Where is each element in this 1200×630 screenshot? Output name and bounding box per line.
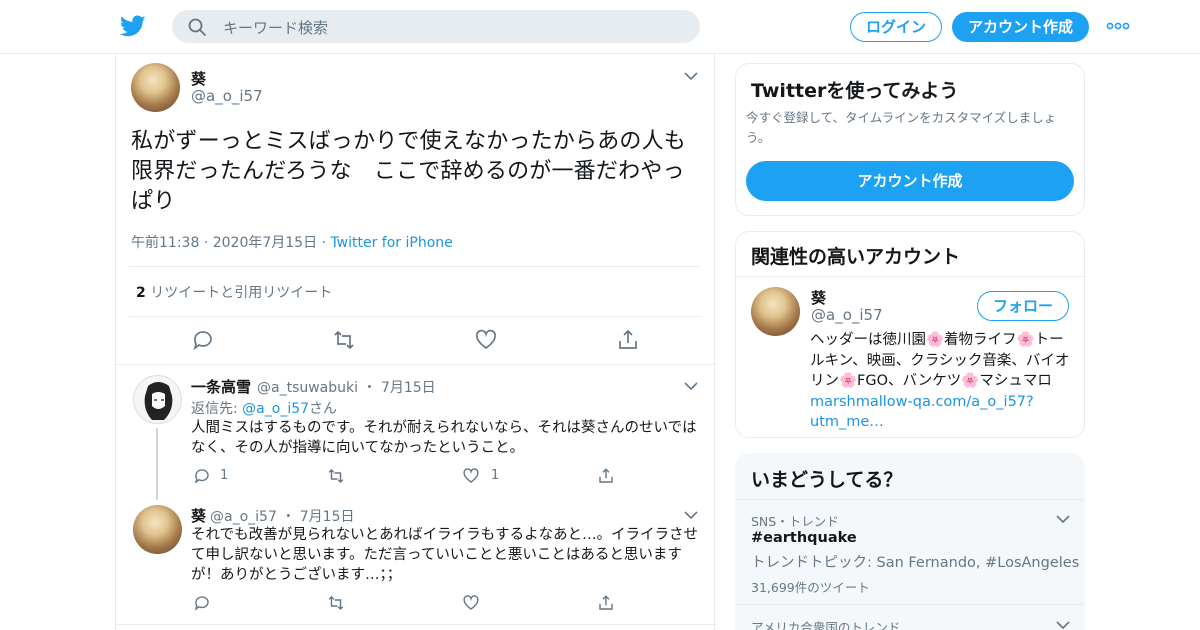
reply-meta: @a_o_i57 ・ 7月15日 (210, 506, 355, 526)
retweet-icon[interactable] (327, 467, 345, 485)
like-heart-icon[interactable] (462, 594, 480, 612)
reply-actions: 1 1 (191, 467, 691, 487)
thread-line (156, 428, 158, 500)
search-bar[interactable]: キーワード検索 (172, 10, 700, 43)
follow-button[interactable]: フォロー (977, 291, 1069, 321)
retweet-label: リツイートと引用リツイート (150, 285, 333, 301)
trend-category: アメリカ合衆国のトレンド (751, 620, 901, 630)
reply-text: 人間ミスはするものです。それが耐えられないなら、それは葵さんのせいではなく、その… (191, 420, 697, 456)
tweet-author-name[interactable]: 葵 (191, 68, 206, 89)
retweet-count: 2 (136, 285, 146, 301)
trend-tweet-count: 31,699件のツイート (751, 580, 870, 595)
trends-card-title: いまどうしてる？ (751, 469, 903, 491)
divider (116, 364, 716, 365)
chevron-down-icon[interactable] (684, 510, 698, 520)
reply-author-handle[interactable]: @a_o_i57 (210, 509, 277, 525)
divider (129, 316, 701, 317)
avatar[interactable] (131, 63, 180, 112)
related-accounts-card: 関連性の高いアカウント 葵 @a_o_i57 フォロー ヘッダーは徳川園🌸着物ラ… (735, 231, 1085, 438)
related-account-bio: ヘッダーは徳川園🌸着物ライフ🌸トールキン、映画、クラシック音楽、バイオリン🌸FG… (810, 330, 1072, 433)
signup-card: Twitterを使ってみよう 今すぐ登録して、タイムラインをカスタマイズしましょ… (735, 63, 1085, 216)
retweet-stats[interactable]: 2 リツイートと引用リツイート (136, 282, 332, 302)
like-heart-icon[interactable] (462, 467, 480, 485)
signup-card-button[interactable]: アカウント作成 (746, 161, 1074, 201)
trends-card: いまどうしてる？ SNS・トレンド #earthquake トレンドトピック: … (735, 453, 1085, 630)
reply-author-name[interactable]: 葵 (191, 505, 206, 526)
trend-name[interactable]: #earthquake (751, 530, 857, 546)
reply-actions (191, 594, 691, 614)
divider (736, 499, 1084, 500)
trend-description: トレンドトピック: San Fernando, #LosAngeles (751, 555, 1080, 571)
signup-button[interactable]: アカウント作成 (952, 12, 1089, 42)
tweet-text: 私がずーっとミスばっかりで使えなかったからあの人も限界だったんだろうな ここで辞… (131, 129, 687, 214)
related-card-title: 関連性の高いアカウント (751, 246, 961, 268)
bio-link[interactable]: marshmallow-qa.com/a_o_i57?utm_me… (810, 394, 1034, 431)
reply-date[interactable]: 7月15日 (300, 509, 355, 525)
reply-to-suffix: さん (309, 401, 338, 417)
search-placeholder[interactable]: キーワード検索 (223, 17, 328, 38)
tweet-actions (116, 328, 716, 354)
avatar[interactable] (133, 375, 182, 424)
separator-dot: ・ (362, 380, 377, 396)
tweet-meta: 午前11:38 · 2020年7月15日 · Twitter for iPhon… (131, 232, 453, 252)
chevron-down-icon[interactable] (1056, 514, 1070, 524)
divider (736, 276, 1084, 277)
tweet-column: 葵 @a_o_i57 私がずーっとミスばっかりで使えなかったからあの人も限界だっ… (115, 54, 716, 630)
retweet-icon[interactable] (327, 594, 345, 612)
search-icon (188, 18, 206, 36)
reply-count: 1 (220, 468, 229, 483)
chevron-down-icon[interactable] (1056, 620, 1070, 630)
reply-author-handle[interactable]: @a_tsuwabuki (257, 380, 358, 396)
like-heart-icon[interactable] (474, 328, 498, 352)
sketch-portrait-icon (144, 382, 173, 420)
retweet-icon[interactable] (332, 328, 356, 352)
reply-icon[interactable] (193, 467, 211, 485)
signup-card-subtitle: 今すぐ登録して、タイムラインをカスタマイズしましょう。 (746, 110, 1057, 145)
signup-card-title: Twitterを使ってみよう (751, 80, 959, 102)
reply-icon[interactable] (193, 594, 211, 612)
tweet-client-link[interactable]: Twitter for iPhone (330, 235, 452, 251)
chevron-down-icon[interactable] (684, 381, 698, 391)
separator-dot: ・ (281, 509, 296, 525)
related-account-name[interactable]: 葵 (811, 287, 826, 308)
related-account-handle[interactable]: @a_o_i57 (811, 306, 883, 324)
avatar[interactable] (133, 505, 182, 554)
tweet-date[interactable]: 2020年7月15日 (213, 235, 317, 251)
divider (116, 624, 716, 625)
like-count: 1 (491, 468, 500, 483)
trend-category: SNS・トレンド (751, 514, 839, 529)
reply-to-prefix: 返信先: (191, 401, 238, 417)
more-options-icon[interactable] (1106, 18, 1130, 34)
twitter-bird-icon[interactable] (120, 13, 146, 39)
bio-text: ヘッダーは徳川園🌸着物ライフ🌸トールキン、映画、クラシック音楽、バイオリン🌸FG… (810, 332, 1070, 389)
chevron-down-icon[interactable] (684, 71, 698, 81)
top-bar: キーワード検索 ログイン アカウント作成 (0, 0, 1200, 54)
reply-text: それでも改善が見られないとあればイライラもするよなあと…。イライラさせて申し訳な… (191, 527, 699, 583)
reply-to: 返信先: @a_o_i57さん (191, 398, 337, 418)
reply-date[interactable]: 7月15日 (381, 380, 436, 396)
tweet-author-handle[interactable]: @a_o_i57 (191, 87, 263, 105)
divider (129, 266, 701, 267)
login-button[interactable]: ログイン (850, 12, 942, 42)
share-icon[interactable] (597, 594, 615, 612)
reply-to-handle[interactable]: @a_o_i57 (242, 401, 309, 417)
share-icon[interactable] (616, 328, 640, 352)
avatar[interactable] (751, 287, 800, 336)
divider (736, 604, 1084, 605)
reply-icon[interactable] (191, 328, 215, 352)
separator-dot: · (203, 235, 213, 251)
reply-author-name[interactable]: 一条高雪 (191, 376, 251, 397)
tweet-time[interactable]: 午前11:38 (131, 235, 199, 251)
reply-meta: @a_tsuwabuki ・ 7月15日 (257, 377, 436, 397)
share-icon[interactable] (597, 467, 615, 485)
